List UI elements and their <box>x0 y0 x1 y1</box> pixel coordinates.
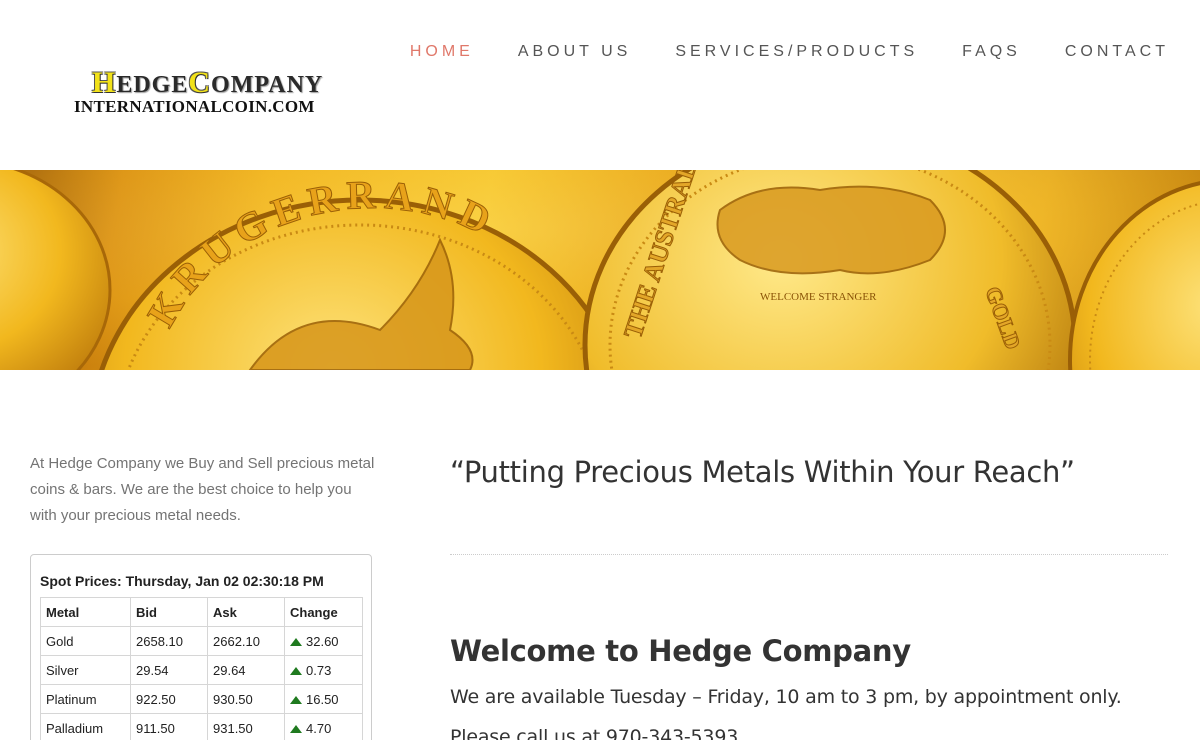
bid-value: 29.54 <box>130 655 208 685</box>
spot-prices-widget: Spot Prices: Thursday, Jan 02 02:30:18 P… <box>30 554 372 740</box>
table-row: Silver 29.54 29.64 0.73 <box>40 655 363 685</box>
change-cell: 32.60 <box>284 626 363 656</box>
ask-value: 931.50 <box>207 713 285 740</box>
table-row: Platinum 922.50 930.50 16.50 <box>40 684 363 714</box>
table-header-row: Metal Bid Ask Change <box>40 597 363 627</box>
intro-text: At Hedge Company we Buy and Sell preciou… <box>30 455 375 524</box>
availability-text: We are available Tuesday – Friday, 10 am… <box>450 686 1122 708</box>
nav-contact[interactable]: CONTACT <box>1065 40 1169 64</box>
nav-faqs[interactable]: FAQS <box>962 40 1021 64</box>
site-logo[interactable]: HEDGECOMPANY INTERNATIONALCOIN.COM <box>74 68 364 120</box>
metal-name: Gold <box>40 626 131 656</box>
change-cell: 4.70 <box>284 713 363 740</box>
spot-prices-table: Metal Bid Ask Change Gold 2658.10 2662.1… <box>40 597 363 740</box>
site-header: HEDGECOMPANY INTERNATIONALCOIN.COM HOME … <box>0 0 1200 170</box>
up-arrow-icon <box>290 695 302 704</box>
bid-value: 922.50 <box>130 684 208 714</box>
up-arrow-icon <box>290 637 302 646</box>
australian-coin-inscription: WELCOME STRANGER <box>760 291 877 303</box>
hero-banner-image: KRUGERRAND WELCOME STRANGER THE AUSTRALI… <box>0 170 1200 370</box>
tagline-heading: “Putting Precious Metals Within Your Rea… <box>450 455 1075 489</box>
spot-prices-title: Spot Prices: Thursday, Jan 02 02:30:18 P… <box>40 573 324 589</box>
header-metal: Metal <box>40 597 131 627</box>
phone-text: Please call us at 970-343-5393 <box>450 726 739 740</box>
metal-name: Silver <box>40 655 131 685</box>
gold-coins-illustration: KRUGERRAND WELCOME STRANGER THE AUSTRALI… <box>0 170 1200 370</box>
bid-value: 911.50 <box>130 713 208 740</box>
change-value: 16.50 <box>306 691 339 707</box>
logo-cap-h: H <box>92 66 117 99</box>
logo-text-edge: EDGE <box>116 72 189 98</box>
header-bid: Bid <box>130 597 208 627</box>
logo-wordmark: HEDGECOMPANY <box>74 68 364 100</box>
logo-domain: INTERNATIONALCOIN.COM <box>74 97 315 116</box>
change-value: 0.73 <box>306 662 332 678</box>
header-change: Change <box>284 597 363 627</box>
bid-value: 2658.10 <box>130 626 208 656</box>
ask-value: 930.50 <box>207 684 285 714</box>
change-cell: 0.73 <box>284 655 363 685</box>
change-cell: 16.50 <box>284 684 363 714</box>
ask-value: 2662.10 <box>207 626 285 656</box>
metal-name: Palladium <box>40 713 131 740</box>
ask-value: 29.64 <box>207 655 285 685</box>
table-row: Palladium 911.50 931.50 4.70 <box>40 713 363 740</box>
table-row: Gold 2658.10 2662.10 32.60 <box>40 626 363 656</box>
header-ask: Ask <box>207 597 285 627</box>
nav-services-products[interactable]: SERVICES/PRODUCTS <box>675 40 918 64</box>
up-arrow-icon <box>290 666 302 675</box>
nav-home[interactable]: HOME <box>410 40 474 64</box>
change-value: 4.70 <box>306 720 332 736</box>
up-arrow-icon <box>290 724 302 733</box>
metal-name: Platinum <box>40 684 131 714</box>
logo-text-ompany: OMPANY <box>211 72 324 98</box>
welcome-heading: Welcome to Hedge Company <box>450 634 911 668</box>
main-nav: HOME ABOUT US SERVICES/PRODUCTS FAQS CON… <box>366 40 1169 64</box>
section-divider <box>450 554 1168 555</box>
nav-about-us[interactable]: ABOUT US <box>518 40 632 64</box>
change-value: 32.60 <box>306 633 339 649</box>
logo-cap-c: C <box>188 66 212 99</box>
